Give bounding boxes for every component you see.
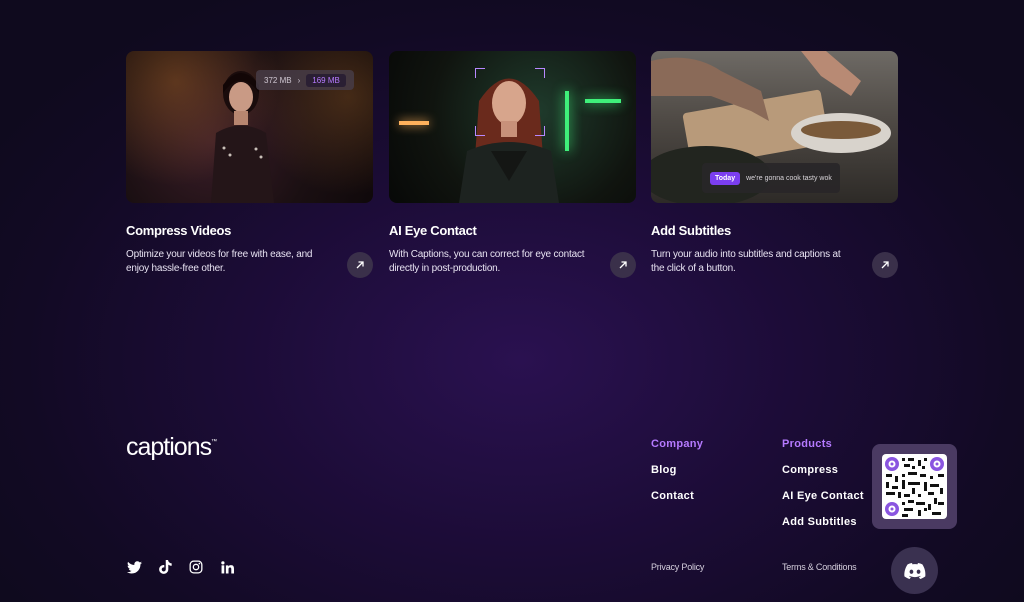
arrow-up-right-icon xyxy=(881,261,889,269)
footer-link-add-subtitles[interactable]: Add Subtitles xyxy=(782,516,857,528)
card-title: AI Eye Contact xyxy=(389,223,477,238)
tiktok-icon[interactable] xyxy=(156,558,174,576)
qr-code-pattern xyxy=(882,454,947,519)
card-description: Optimize your videos for free with ease,… xyxy=(126,249,313,274)
open-card-button[interactable] xyxy=(872,252,898,278)
qr-code[interactable] xyxy=(872,444,957,529)
privacy-policy-link[interactable]: Privacy Policy xyxy=(651,562,704,572)
card-title: Compress Videos xyxy=(126,223,232,238)
footer-link-ai-eye-contact[interactable]: AI Eye Contact xyxy=(782,490,864,502)
trademark: ™ xyxy=(211,439,218,445)
card-description: With Captions, you can correct for eye c… xyxy=(389,249,585,274)
subtitle-preview: Today we're gonna cook tasty wok xyxy=(702,163,840,193)
size-after: 169 MB xyxy=(306,73,346,87)
arrow-up-right-icon xyxy=(619,261,627,269)
captions-logo[interactable]: captions™ xyxy=(126,433,217,462)
eye-contact-preview-image xyxy=(389,51,636,203)
logo-text: captions xyxy=(126,433,212,461)
subtitle-text: we're gonna cook tasty wok xyxy=(746,174,832,182)
feature-card-subtitles[interactable]: Today we're gonna cook tasty wok Add Sub… xyxy=(651,51,898,278)
footer-link-contact[interactable]: Contact xyxy=(651,490,694,502)
linkedin-icon[interactable] xyxy=(218,558,236,576)
feature-card-compress[interactable]: 372 MB › 169 MB Compress Videos Optimize… xyxy=(126,51,373,278)
footer-link-blog[interactable]: Blog xyxy=(651,464,677,476)
footer-link-compress[interactable]: Compress xyxy=(782,464,838,476)
discord-icon xyxy=(903,562,925,579)
feature-card-eye-contact[interactable]: AI Eye Contact With Captions, you can co… xyxy=(389,51,636,278)
company-heading: Company xyxy=(651,438,704,450)
twitter-icon[interactable] xyxy=(125,558,143,576)
qr-code-icon xyxy=(885,457,944,517)
subtitle-badge: Today xyxy=(710,171,741,185)
compress-preview-image: 372 MB › 169 MB xyxy=(126,51,373,203)
file-size-indicator: 372 MB › 169 MB xyxy=(256,70,354,90)
instagram-icon[interactable] xyxy=(187,558,205,576)
discord-button[interactable] xyxy=(891,547,938,594)
size-before: 372 MB xyxy=(264,75,292,85)
card-description: Turn your audio into subtitles and capti… xyxy=(651,249,841,274)
size-arrow: › xyxy=(297,75,301,85)
open-card-button[interactable] xyxy=(610,252,636,278)
subtitles-preview-image: Today we're gonna cook tasty wok xyxy=(651,51,898,203)
open-card-button[interactable] xyxy=(347,252,373,278)
products-heading: Products xyxy=(782,438,833,450)
terms-link[interactable]: Terms & Conditions xyxy=(782,562,857,572)
card-title: Add Subtitles xyxy=(651,223,731,238)
face-tracking-frame xyxy=(475,68,545,136)
arrow-up-right-icon xyxy=(356,261,364,269)
